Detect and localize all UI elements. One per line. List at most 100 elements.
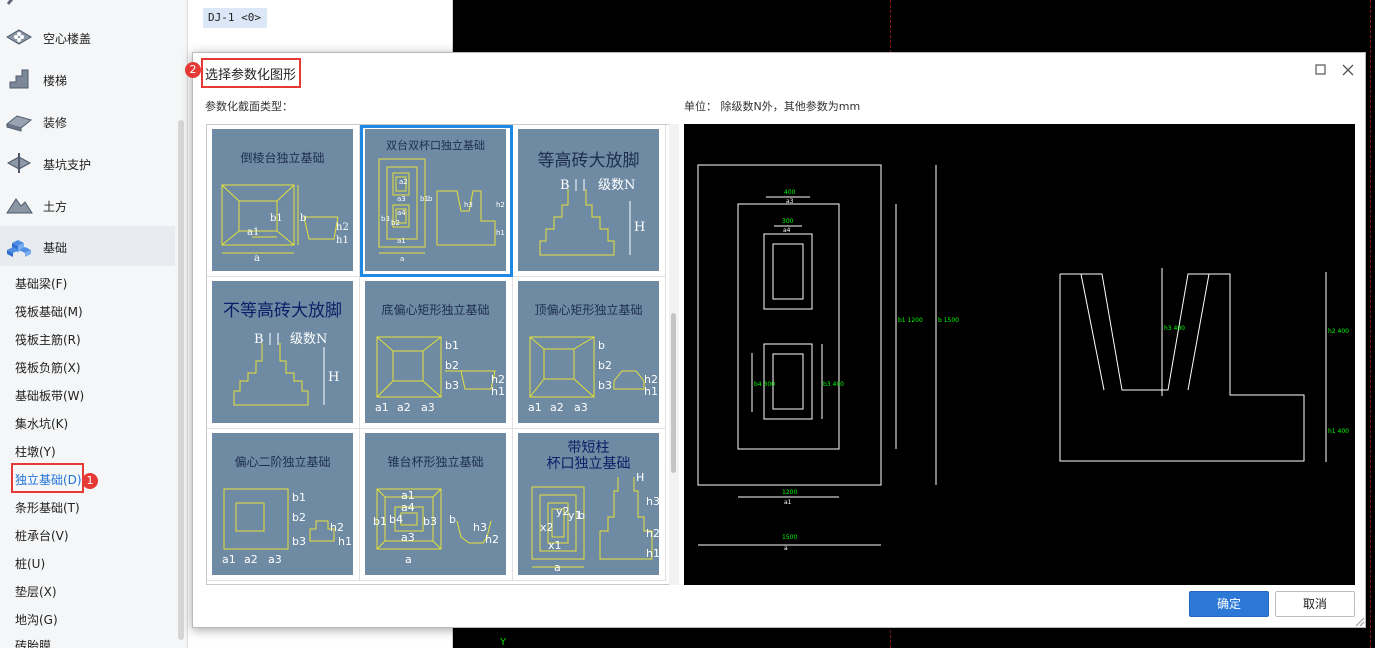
resize-grip-icon[interactable] [1353,615,1365,627]
dim-label: h1 [496,229,505,237]
dim-label: h1 [336,235,349,246]
dialog-title: 选择参数化图形 [205,68,297,83]
sidebar-item-decoration[interactable]: 装修 [0,108,175,136]
dim-label: H [328,370,339,385]
dim-label: a [254,253,260,264]
highlight-box-isolated-footing [11,463,84,493]
sub-item-raft-main-rebar[interactable]: 筏板主筋(R) [15,331,81,348]
sidebar-item-label: 空心楼盖 [43,32,92,46]
dim-label: a2 [244,553,258,566]
sub-item-sump-pit[interactable]: 集水坑(K) [15,415,68,432]
dim-label: x1 [548,539,562,552]
unit-label: 单位： 除级数N外，其他参数为mm [684,100,861,113]
dim-label: h3 [464,201,473,209]
preview-dim-label: b 1500 [938,317,959,324]
dim-label: b [428,195,433,203]
sidebar-item-hollow-slab[interactable]: 空心楼盖 [0,24,175,52]
sub-item-trench[interactable]: 地沟(G) [15,611,58,628]
sidebar-item-label: 装修 [43,116,68,130]
shape-sketch: b b1 a1 a h2 h1 [221,184,349,264]
preview-dim-label: a4 [783,227,791,234]
sidebar-item-foundation[interactable]: 基础 [0,226,175,266]
shape-option-inverted-frustum[interactable]: 倒棱台独立基础 b b1 a1 a h2 h1 [207,125,360,277]
sidebar-top-cut-icon [6,0,26,6]
shape-sketch: H h3 h2 h1 b y2 y1 x1 x2 a [531,471,659,574]
shape-thumbnail: 顶偏心矩形独立基础 b b2 b3 a1 a2 a3 h2 h1 [518,281,659,423]
shape-thumbnail: 带短柱 杯口独立基础 H h3 h2 h1 b y2 y1 x1 x2 a [518,433,659,575]
sub-item-pile[interactable]: 桩(U) [15,555,45,572]
preview-dim-label: 1500 [782,534,797,541]
shape-grid-scroll-thumb[interactable] [671,313,676,473]
shape-option-equal-brick-footing[interactable]: 等高砖大放脚 B 级数N H [513,125,666,277]
cad-grid-line [1370,0,1371,648]
foundation-icon [4,233,34,259]
shape-option-short-column-cup-footing[interactable]: 带短柱 杯口独立基础 H h3 h2 h1 b y2 y1 x1 x2 a [513,429,666,581]
sub-item-foundation-strip[interactable]: 基础板带(W) [15,387,84,404]
dim-label: a2 [550,401,564,414]
preview-drawing: 400 a3 300 a4 1200 a1 1500 a b1 1200 b 1… [697,164,1349,552]
dim-label: H [636,471,644,484]
dim-label: a [405,553,412,566]
shape-option-bottom-eccentric-footing[interactable]: 底偏心矩形独立基础 b1 b2 b3 a1 a2 a3 h2 h1 [360,277,513,429]
sub-item-raft-foundation[interactable]: 筏板基础(M) [15,303,83,320]
shape-sketch: b b2 b3 a1 a2 a3 h2 h1 [528,336,658,414]
sub-item-foundation-beam[interactable]: 基础梁(F) [15,275,67,292]
preview-dim-label: a [784,545,788,552]
shape-option-unequal-brick-footing[interactable]: 不等高砖大放脚 B 级数N H [207,277,360,429]
shape-option-eccentric-two-step-footing[interactable]: 偏心二阶独立基础 b1 b2 b3 a1 a2 a3 h2 h1 [207,429,360,581]
shape-thumbnail: 不等高砖大放脚 B 级数N H [212,281,353,423]
sidebar-scrollbar[interactable] [178,120,184,640]
cancel-button[interactable]: 取消 [1275,591,1355,617]
preview-dim-label: 300 [782,218,794,225]
maximize-icon[interactable] [1313,62,1329,78]
dim-label: h1 [338,535,352,548]
dim-label: b1 [445,339,459,352]
decoration-icon [4,108,34,134]
sidebar-item-stair[interactable]: 楼梯 [0,66,175,94]
sub-item-raft-negative-rebar[interactable]: 筏板负筋(X) [15,359,81,376]
preview-dim-label: a3 [786,198,794,205]
sub-item-pile-cap[interactable]: 桩承台(V) [15,527,69,544]
shape-thumbnail: 双台双杯口独立基础 a2 a3 b3 a4 a1 a b1 b b2 h3 h2… [365,129,506,271]
shape-sketch: a2 a3 b3 a4 a1 a b1 b b2 h3 h2 h1 [378,158,505,263]
dim-label: a3 [421,401,435,414]
preview-dim-label: b1 1200 [898,317,923,324]
sub-item-cushion[interactable]: 垫层(X) [15,583,57,600]
preview-dim-label: a1 [784,499,792,506]
sidebar-item-label: 基坑支护 [43,158,92,172]
sub-item-brick-mold[interactable]: 砖胎膜 [15,637,51,648]
hollow-slab-icon [4,24,34,50]
preview-dim-label: h1 400 [1328,428,1349,435]
shape-sketch: b1 b2 b3 a1 a2 a3 h2 h1 [222,488,352,566]
shape-thumbnail: 偏心二阶独立基础 b1 b2 b3 a1 a2 a3 h2 h1 [212,433,353,575]
dim-label: h2 [496,201,505,209]
component-tag[interactable]: DJ-1 <0> [203,8,267,28]
dim-label: h2 [330,521,344,534]
dim-label: h2 [646,527,659,540]
dim-label: b3 [423,515,437,528]
shape-option-top-eccentric-footing[interactable]: 顶偏心矩形独立基础 b b2 b3 a1 a2 a3 h2 h1 [513,277,666,429]
dim-label: b3 [598,379,612,392]
dim-label: b [300,213,306,224]
shape-option-cone-cup-footing[interactable]: 锥台杯形独立基础 a1 a4 b1 b4 b3 a3 a b h3 h2 [360,429,513,581]
shape-sketch: b1 b2 b3 a1 a2 a3 h2 h1 [375,336,505,414]
dim-label: h3 [646,495,659,508]
shape-option-double-cup-footing[interactable]: 双台双杯口独立基础 a2 a3 b3 a4 a1 a b1 b b2 h3 h2… [360,125,513,277]
sidebar-item-pit-support[interactable]: 基坑支护 [0,150,175,178]
sub-item-column-pier[interactable]: 柱墩(Y) [15,443,56,460]
sub-item-strip-footing[interactable]: 条形基础(T) [15,499,80,516]
dim-label: a1 [528,401,542,414]
dim-label: a1 [375,401,389,414]
confirm-button[interactable]: 确定 [1189,591,1269,617]
sidebar-item-label: 基础 [43,241,68,255]
sidebar-item-earthwork[interactable]: 土方 [0,192,175,220]
section-type-label: 参数化截面类型： [205,100,293,113]
preview-dim-label: b4 300 [754,381,775,388]
dim-label: b2 [391,219,400,227]
shape-sketch: B 级数N H [539,178,645,256]
shape-thumbnail: 倒棱台独立基础 b b1 a1 a h2 h1 [212,129,353,271]
dim-label: a [554,561,561,574]
close-icon[interactable] [1340,62,1356,78]
earthwork-icon [4,192,34,218]
dim-label: a1 [222,553,236,566]
